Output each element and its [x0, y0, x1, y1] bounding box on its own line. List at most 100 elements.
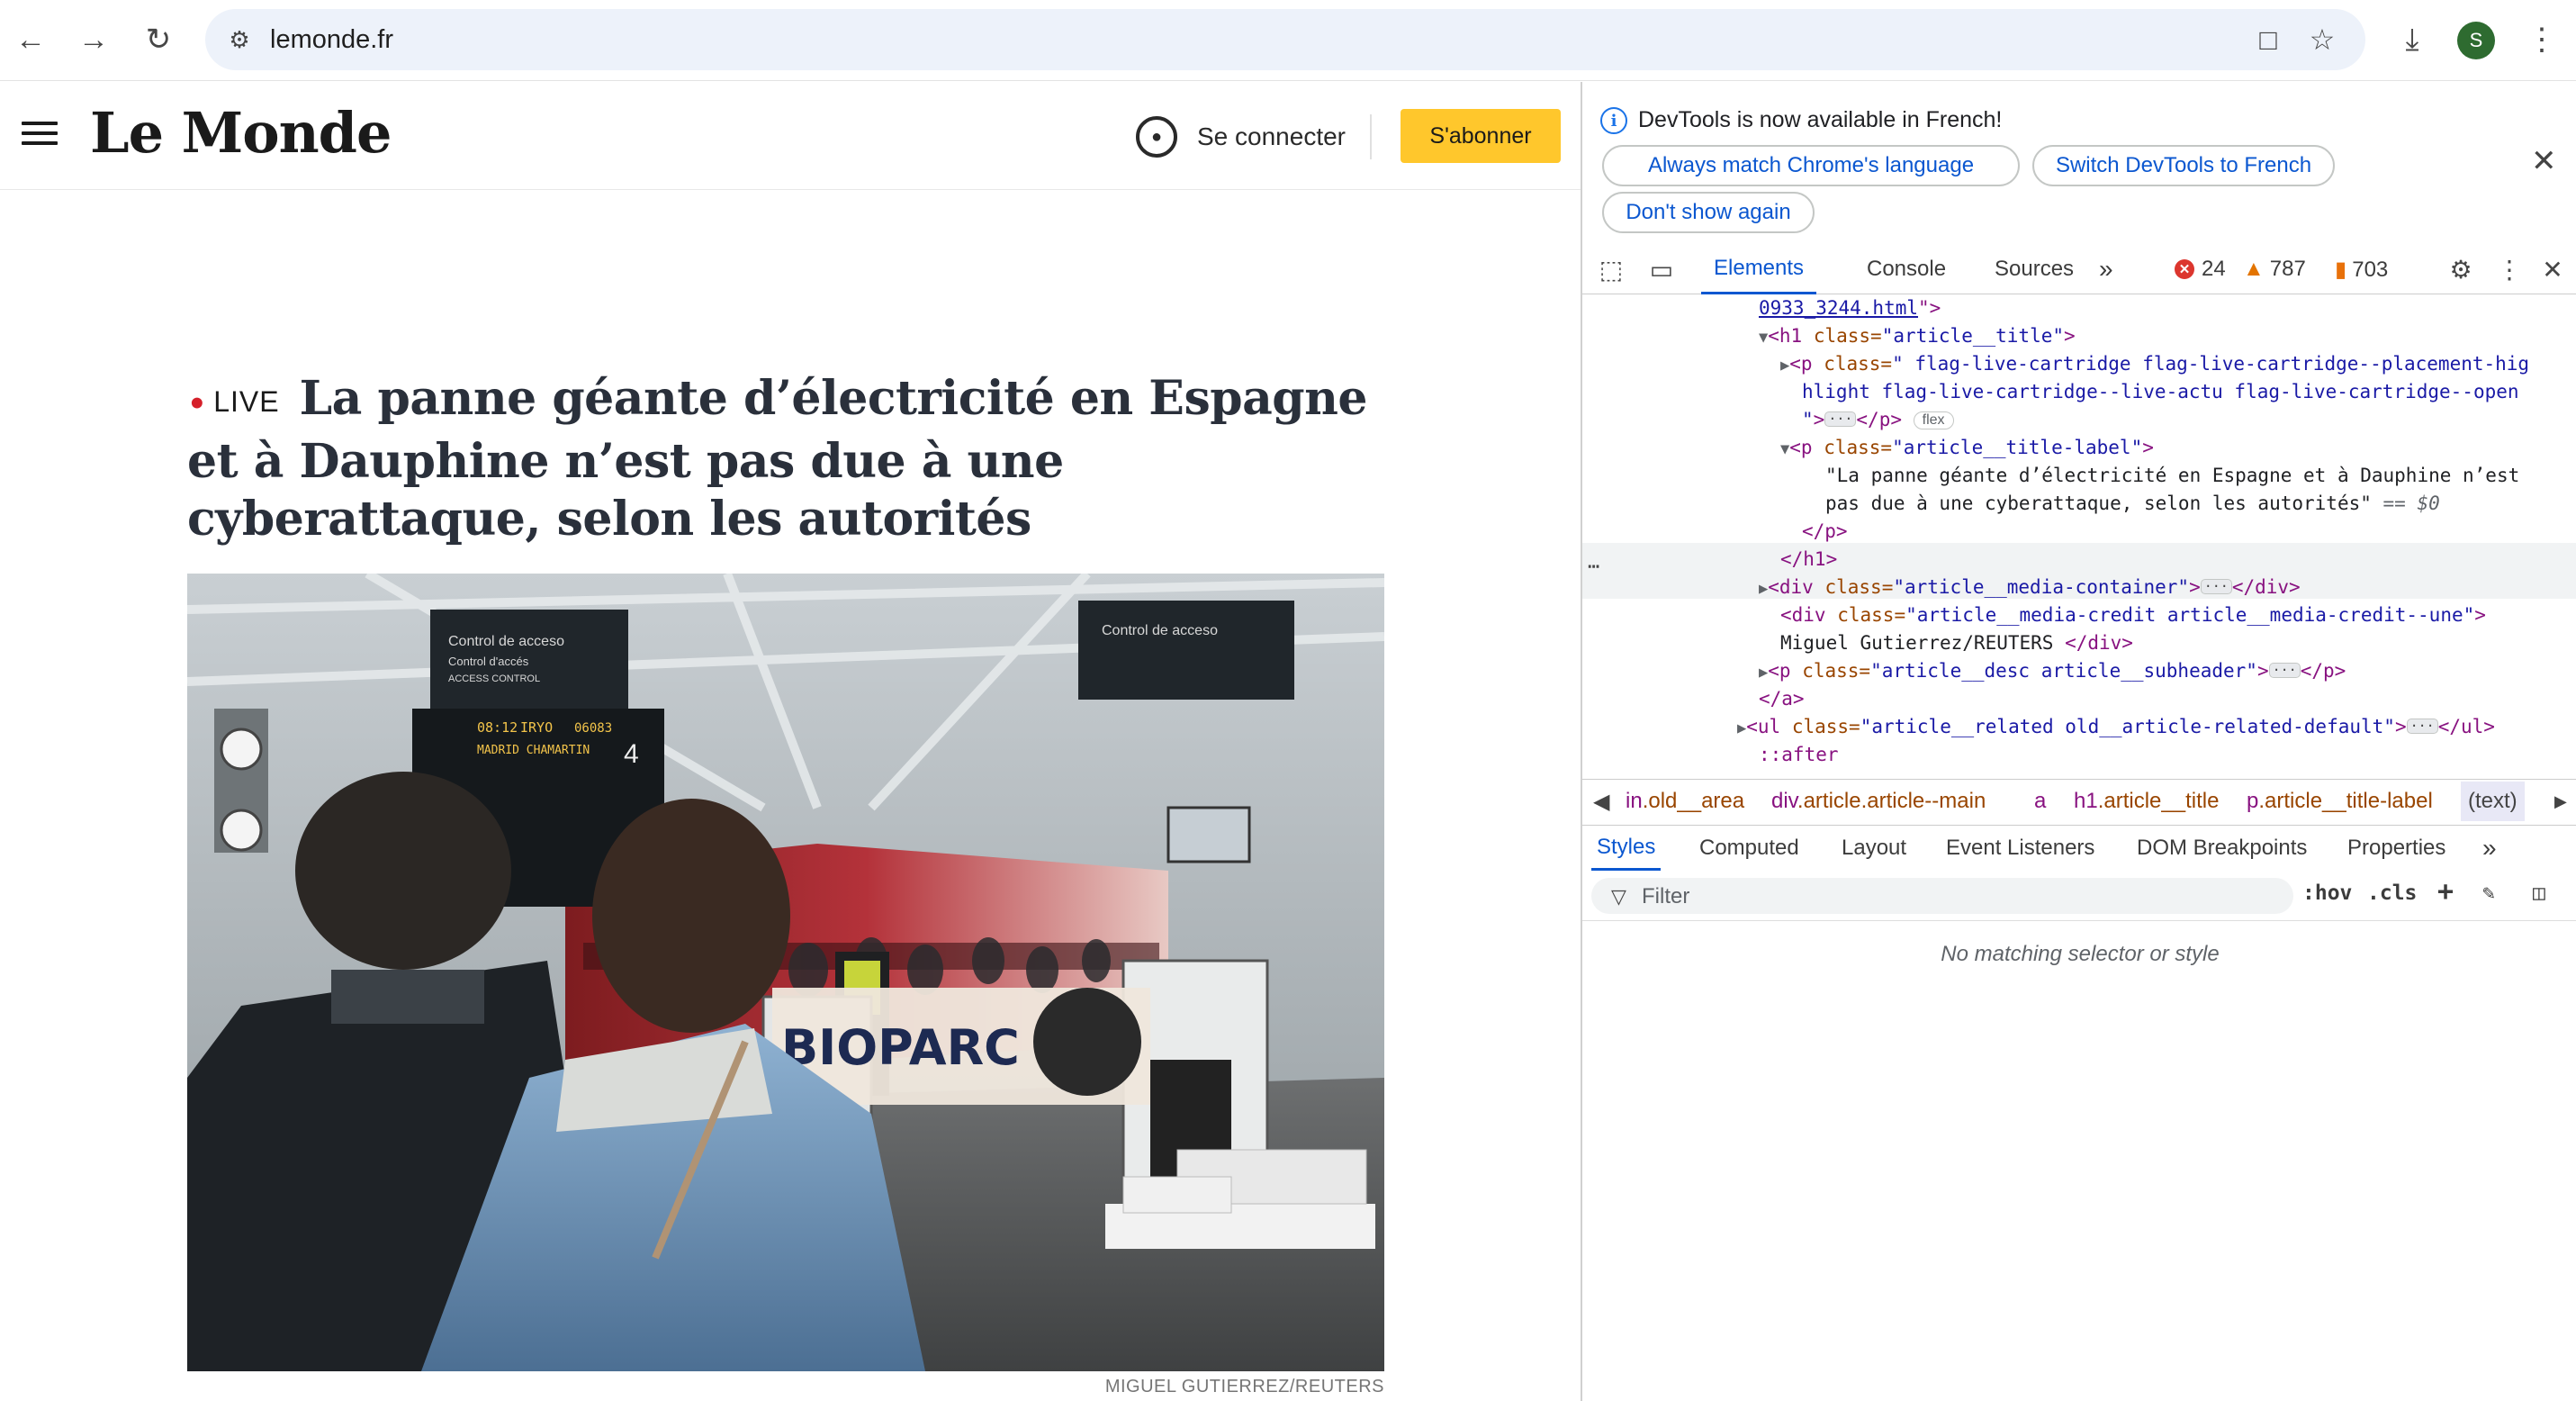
- tag-end: >: [2256, 660, 2269, 682]
- dom-text-node[interactable]: "La panne géante d’électricité en Espagn…: [1825, 462, 2519, 490]
- dom-line[interactable]: hlight flag-live-cartridge--live-actu fl…: [1802, 378, 2519, 406]
- address-bar[interactable]: ⚙ lemonde.fr □ ☆: [205, 9, 2365, 70]
- collapsed-triangle-icon[interactable]: ▶: [1759, 664, 1768, 682]
- login-link[interactable]: ● Se connecter: [1136, 116, 1346, 158]
- reload-icon[interactable]: ↻: [135, 16, 182, 63]
- error-icon: ✕: [2175, 259, 2194, 279]
- tab-dom-breakpoints[interactable]: DOM Breakpoints: [2137, 826, 2307, 871]
- collapsed-children-button[interactable]: ···: [2406, 719, 2438, 734]
- crumb-tag: a: [2034, 789, 2047, 813]
- photo-sign-text-3: ACCESS CONTROL: [448, 673, 540, 684]
- photo-sign-text-right: Control de acceso: [1102, 623, 1218, 638]
- tab-sources[interactable]: Sources: [1995, 244, 2074, 294]
- download-icon[interactable]: ⤓: [2389, 16, 2436, 63]
- site-info-icon[interactable]: ⚙: [221, 22, 257, 58]
- breadcrumb-item[interactable]: in.old__area: [1626, 789, 1744, 814]
- issue-count[interactable]: ▮ 703: [2335, 257, 2388, 283]
- hover-state-toggle[interactable]: :hov: [2302, 881, 2352, 905]
- tag-close: </p>: [1802, 520, 1848, 542]
- back-icon[interactable]: ←: [7, 16, 54, 63]
- breadcrumb: ◀ in.old__area div.article.article--main…: [1582, 779, 2576, 826]
- tag-open: <p: [1789, 353, 1813, 375]
- dom-line[interactable]: </p>: [1802, 518, 1848, 546]
- add-rule-icon[interactable]: +: [2437, 876, 2454, 908]
- tab-layout[interactable]: Layout: [1842, 826, 1906, 871]
- breadcrumb-item-active[interactable]: (text): [2461, 782, 2525, 821]
- node-actions-icon[interactable]: ⋯: [1588, 556, 1599, 578]
- breadcrumb-scroll-right-icon[interactable]: ▶: [2554, 792, 2567, 811]
- collapsed-triangle-icon[interactable]: ▶: [1737, 719, 1746, 737]
- dom-line[interactable]: ▶<div class="article__media-container"> ·…: [1759, 574, 2301, 601]
- attr-name: class=: [1813, 325, 1882, 347]
- warning-icon: ▲: [2243, 257, 2265, 281]
- collapsed-triangle-icon[interactable]: ▶: [1759, 580, 1768, 598]
- attr-value: "article__media-credit article__media-cr…: [1905, 604, 2475, 626]
- tag-close: </a>: [1759, 688, 1805, 710]
- menu-kebab-icon[interactable]: ⋮: [2518, 16, 2565, 63]
- dom-line[interactable]: ▶<ul class="article__related old__articl…: [1737, 713, 2495, 741]
- tab-computed[interactable]: Computed: [1699, 826, 1799, 871]
- paint-brush-icon[interactable]: ✎: [2482, 881, 2495, 905]
- expanded-triangle-icon[interactable]: ▼: [1759, 329, 1768, 347]
- dom-line[interactable]: </a>: [1759, 685, 1805, 713]
- warning-count[interactable]: ▲ 787: [2243, 257, 2306, 282]
- forward-icon[interactable]: →: [70, 16, 117, 63]
- collapsed-children-button[interactable]: ···: [2200, 579, 2232, 594]
- le-monde-logo[interactable]: Le Monde: [90, 100, 392, 166]
- flex-badge[interactable]: flex: [1913, 411, 1954, 429]
- inspect-element-icon[interactable]: ⬚: [1595, 253, 1627, 285]
- devtools-menu-icon[interactable]: ⋮: [2493, 253, 2526, 285]
- class-toggle[interactable]: .cls: [2367, 881, 2417, 905]
- href-link[interactable]: 0933_3244.html: [1759, 297, 1918, 319]
- collapsed-children-button[interactable]: ···: [2268, 663, 2301, 678]
- error-count[interactable]: ✕ 24: [2175, 257, 2226, 282]
- close-devtools-icon[interactable]: ✕: [2536, 253, 2569, 285]
- dom-line[interactable]: Miguel Gutierrez/REUTERS </div>: [1780, 629, 2133, 657]
- breadcrumb-item[interactable]: h1.article__title: [2074, 789, 2219, 814]
- profile-avatar[interactable]: S: [2457, 22, 2495, 59]
- dom-line[interactable]: ::after: [1759, 741, 1839, 769]
- device-toolbar-icon[interactable]: ▭: [1645, 253, 1678, 285]
- dom-line[interactable]: "> ··· </p> flex: [1802, 406, 1954, 434]
- dont-show-again-button[interactable]: Don't show again: [1602, 192, 1815, 233]
- tag-open: <h1: [1768, 325, 1803, 347]
- tab-console[interactable]: Console: [1867, 244, 1946, 294]
- filter-input[interactable]: ▽ Filter: [1591, 878, 2293, 914]
- more-tabs-icon[interactable]: »: [2099, 244, 2113, 294]
- breadcrumb-scroll-left-icon[interactable]: ◀: [1593, 789, 1609, 815]
- bookmark-star-icon[interactable]: ☆: [2302, 20, 2342, 59]
- tab-event-listeners[interactable]: Event Listeners: [1946, 826, 2094, 871]
- browser-toolbar: ← → ↻ ⚙ lemonde.fr □ ☆ ⤓ S ⋮: [0, 0, 2576, 81]
- breadcrumb-item[interactable]: a: [2034, 789, 2046, 814]
- dom-line[interactable]: ▼<h1 class="article__title">: [1759, 322, 2076, 350]
- collapsed-triangle-icon[interactable]: ▶: [1780, 357, 1789, 375]
- sidebar-toggle-icon[interactable]: ◫: [2533, 881, 2545, 905]
- settings-gear-icon[interactable]: ⚙: [2445, 253, 2477, 285]
- dom-text-node[interactable]: pas due à une cyberattaque, selon les au…: [1825, 490, 2440, 518]
- infobar-text: DevTools is now available in French!: [1638, 107, 2003, 132]
- dom-line[interactable]: 0933_3244.html">: [1759, 294, 1941, 322]
- dom-line[interactable]: <div class="article__media-credit articl…: [1780, 601, 2486, 629]
- hamburger-menu-icon[interactable]: [22, 122, 58, 149]
- live-badge: LIVE: [213, 385, 280, 418]
- install-icon[interactable]: □: [2248, 20, 2288, 59]
- close-icon[interactable]: ✕: [2531, 143, 2557, 179]
- url-text[interactable]: lemonde.fr: [270, 25, 393, 55]
- site-header: Le Monde ● Se connecter S'abonner: [0, 82, 1581, 190]
- dom-line[interactable]: ▶<p class="article__desc article__subhea…: [1759, 657, 2346, 685]
- tab-styles[interactable]: Styles: [1591, 826, 1662, 871]
- breadcrumb-item[interactable]: p.article__title-label: [2247, 789, 2433, 814]
- switch-to-french-button[interactable]: Switch DevTools to French: [2032, 145, 2335, 186]
- collapsed-children-button[interactable]: ···: [1824, 411, 1857, 427]
- always-match-language-button[interactable]: Always match Chrome's language: [1602, 145, 2020, 186]
- text-node: Miguel Gutierrez/REUTERS: [1780, 632, 2066, 654]
- tab-properties[interactable]: Properties: [2347, 826, 2445, 871]
- subscribe-button[interactable]: S'abonner: [1401, 109, 1561, 163]
- more-style-tabs-icon[interactable]: »: [2482, 826, 2497, 871]
- tab-elements[interactable]: Elements: [1701, 244, 1817, 294]
- dom-line[interactable]: </h1>: [1780, 546, 1837, 574]
- breadcrumb-item[interactable]: div.article.article--main: [1771, 789, 1986, 814]
- expanded-triangle-icon[interactable]: ▼: [1780, 440, 1789, 458]
- dom-line[interactable]: ▶<p class=" flag-live-cartridge flag-liv…: [1780, 350, 2529, 378]
- dom-line[interactable]: ▼<p class="article__title-label">: [1780, 434, 2154, 462]
